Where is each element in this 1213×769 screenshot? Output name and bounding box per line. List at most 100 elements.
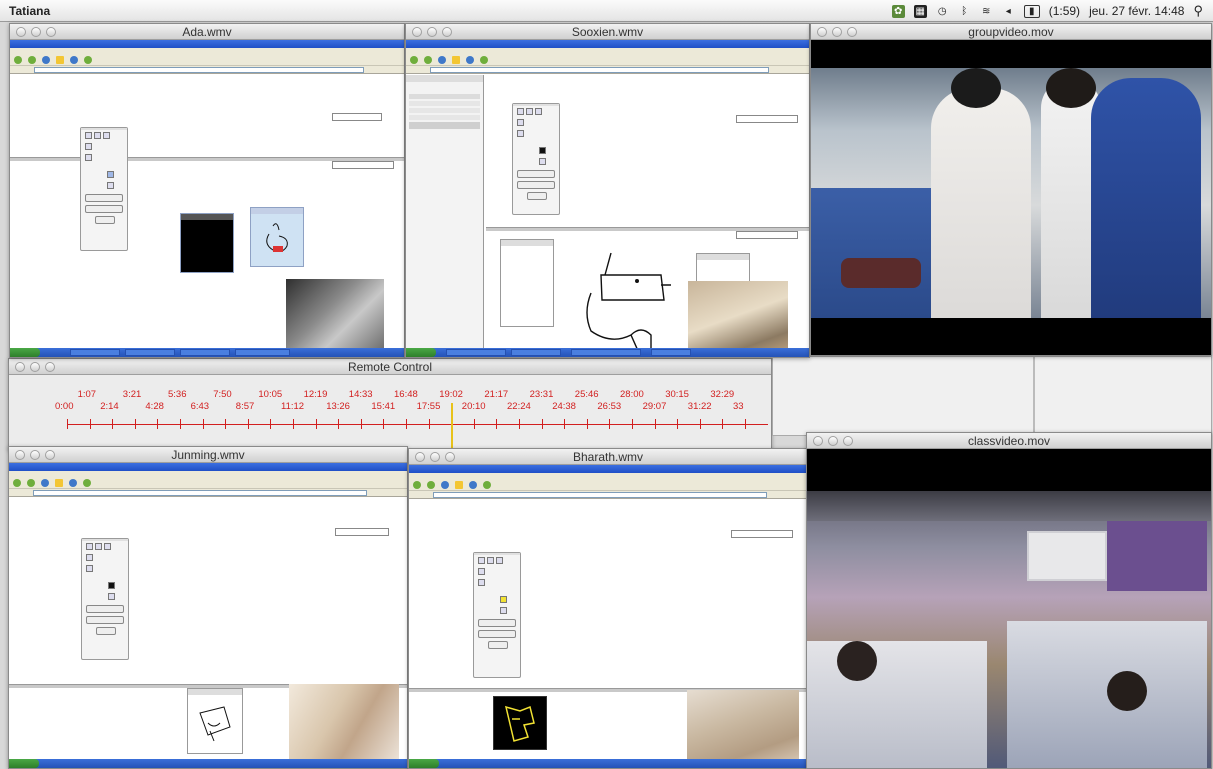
background-window	[772, 356, 1212, 437]
classroom-scene	[811, 68, 1211, 318]
remote-titlebar[interactable]: Remote Control	[9, 359, 771, 375]
timeline-label-upper: 5:36	[168, 389, 187, 400]
xp-taskbar	[9, 759, 407, 768]
thumbnail-black	[180, 213, 234, 273]
timeline-label-lower: 33	[733, 401, 744, 412]
ie-page	[409, 500, 807, 768]
window-title: Bharath.wmv	[572, 450, 644, 464]
ada-video-window: Ada.wmv	[9, 23, 405, 358]
bharath-recording[interactable]	[409, 465, 807, 768]
remote-timeline[interactable]: 0:00 2:14 4:28 6:43 8:57 11:12 13:26 15:41 17:55…	[9, 375, 771, 449]
ie-addressbar	[406, 66, 809, 74]
timeline-label-lower: 2:14	[100, 401, 119, 412]
timeline-label-lower: 26:53	[597, 401, 622, 412]
ie-page	[10, 75, 404, 357]
timeline-label-lower: 15:41	[371, 401, 396, 412]
timeline-label-upper: 25:46	[574, 389, 599, 400]
timeline-label-upper: 10:05	[258, 389, 283, 400]
bharath-video-window: Bharath.wmv	[408, 448, 808, 769]
window-title: Junming.wmv	[171, 448, 245, 462]
timeline-label-upper: 21:17	[484, 389, 509, 400]
groupvideo-window: groupvideo.mov	[810, 23, 1212, 356]
thumbnail-drawing	[250, 207, 304, 267]
ie-toolbar	[10, 54, 404, 66]
battery-time[interactable]: (1:59)	[1049, 4, 1080, 18]
timeline-label-upper: 16:48	[394, 389, 418, 400]
sooxien-video-window: Sooxien.wmv	[405, 23, 810, 358]
timeline-label-lower: 24:38	[552, 401, 576, 412]
timeline-label-lower: 22:24	[507, 401, 531, 412]
junming-titlebar[interactable]: Junming.wmv	[9, 447, 407, 463]
ie-titlebar	[10, 40, 404, 48]
volume-icon[interactable]: ◂	[1002, 5, 1015, 18]
timeline-label-upper: 19:02	[439, 389, 463, 400]
classvideo-window: classvideo.mov	[806, 432, 1212, 769]
xp-taskbar	[406, 348, 809, 357]
battery-icon[interactable]: ▮	[1023, 4, 1040, 18]
ie-titlebar	[409, 465, 807, 473]
sooxien-titlebar[interactable]: Sooxien.wmv	[406, 24, 809, 40]
sooxien-recording[interactable]	[406, 40, 809, 357]
students-front	[807, 641, 987, 768]
ceiling	[807, 491, 1211, 521]
ada-titlebar[interactable]: Ada.wmv	[10, 24, 404, 40]
user-name[interactable]: Tatiana	[9, 4, 50, 18]
app-status-icon[interactable]: ✿	[891, 4, 905, 18]
purple-wall	[1107, 521, 1207, 591]
bluetooth-icon[interactable]: ᛒ	[958, 5, 971, 18]
thumbnail-blank	[500, 239, 554, 327]
window-title: Remote Control	[347, 360, 433, 374]
timeline-label-lower: 29:07	[642, 401, 667, 412]
webcam-overlay	[687, 690, 799, 768]
drawing-tools-panel	[81, 538, 129, 660]
spotlight-search-icon[interactable]: ⚲	[1193, 3, 1203, 19]
address-field	[33, 490, 367, 496]
student-figure	[931, 88, 1031, 318]
ie-titlebar	[9, 463, 407, 471]
class-video-frame[interactable]	[807, 449, 1211, 768]
drawing-tools-panel	[512, 103, 560, 215]
timeline-baseline	[67, 424, 768, 425]
ie-addressbar	[10, 66, 404, 74]
webcam-overlay	[688, 281, 788, 357]
dropdown	[736, 115, 798, 123]
timeline-label-upper: 7:50	[213, 389, 232, 400]
timeline-scale[interactable]: 0:00 2:14 4:28 6:43 8:57 11:12 13:26 15:41 17:55…	[9, 385, 771, 449]
timeline-label-lower: 0:00	[55, 401, 74, 412]
timeline-label-upper: 3:21	[122, 389, 142, 400]
junming-video-window: Junming.wmv	[8, 446, 408, 769]
groupvideo-titlebar[interactable]: groupvideo.mov	[811, 24, 1211, 40]
ie-addressbar	[409, 491, 807, 499]
student-head	[1046, 68, 1096, 108]
timeline-label-upper: 23:31	[529, 389, 554, 400]
classvideo-titlebar[interactable]: classvideo.mov	[807, 433, 1211, 449]
student-head	[837, 641, 877, 681]
ada-recording[interactable]	[10, 40, 404, 357]
thumbnail-yellow-drawing	[493, 696, 547, 750]
favorites-pane	[406, 75, 484, 350]
timeline-label-lower: 6:43	[190, 401, 210, 412]
timeline-label-lower: 17:55	[416, 401, 441, 412]
pencil-case	[841, 258, 921, 288]
timeline-label-lower: 20:10	[461, 401, 486, 412]
timeline-label-lower: 8:57	[235, 401, 255, 412]
timeline-playhead[interactable]	[451, 403, 454, 449]
display-icon[interactable]: ▦	[913, 4, 927, 18]
time-machine-icon[interactable]: ◷	[936, 5, 949, 18]
wifi-icon[interactable]: ≋	[980, 5, 993, 18]
group-video-frame[interactable]	[811, 40, 1211, 355]
timeline-label-lower: 13:26	[326, 401, 350, 412]
webcam-overlay	[289, 684, 399, 768]
timeline-label-upper: 1:07	[77, 389, 97, 400]
menubar-clock[interactable]: jeu. 27 févr. 14:48	[1089, 4, 1184, 18]
window-title: groupvideo.mov	[968, 25, 1054, 39]
ie-toolbar	[409, 479, 807, 491]
whiteboard	[1027, 531, 1107, 581]
junming-recording[interactable]	[9, 463, 407, 768]
bharath-titlebar[interactable]: Bharath.wmv	[409, 449, 807, 465]
background-divider	[1033, 357, 1035, 437]
dropdown	[736, 231, 798, 239]
timeline-label-upper: 30:15	[665, 389, 689, 400]
drawing-tools-panel	[80, 127, 128, 251]
dropdown	[335, 528, 389, 536]
